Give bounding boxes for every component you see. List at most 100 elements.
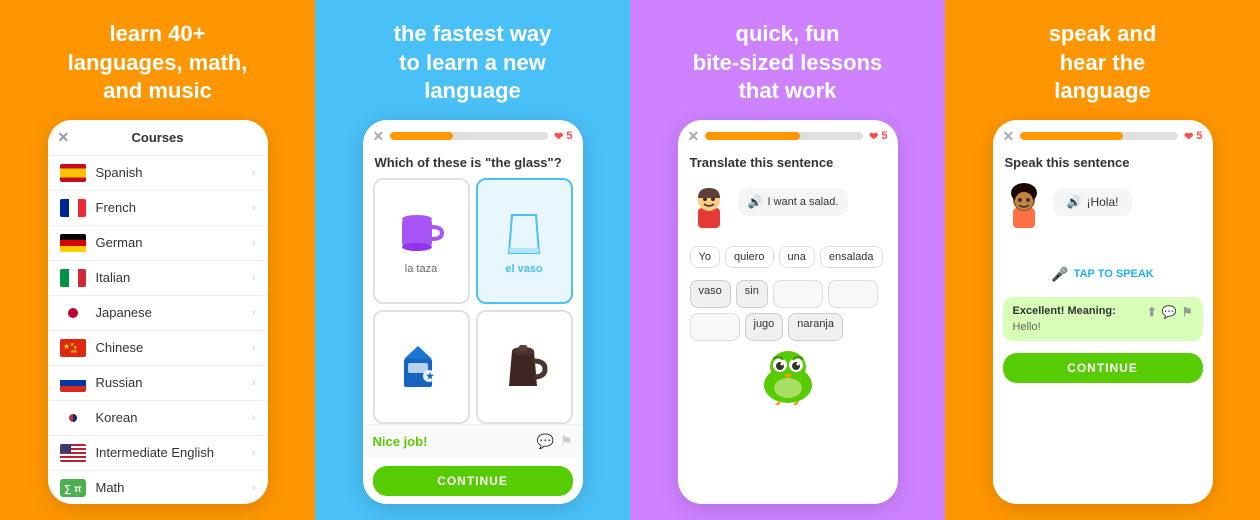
course-name-italian: Italian [96, 270, 252, 285]
course-name-korean: Korean [96, 410, 252, 425]
course-item-italian[interactable]: Italian › [48, 261, 268, 296]
course-item-spanish[interactable]: Spanish › [48, 156, 268, 191]
hearts-count: 5 [1196, 130, 1202, 142]
word-options-row1: vaso sin [678, 280, 898, 308]
word-vaso[interactable]: vaso [690, 280, 731, 308]
chat-icon[interactable]: 💬 [1162, 305, 1177, 319]
speaker-icon[interactable]: 🔊 [748, 195, 763, 209]
continue-button[interactable]: CONTINUE [373, 466, 573, 496]
speak-character-avatar [1005, 180, 1045, 230]
panel-quiz: the fastest wayto learn a newlanguage ✕ … [315, 0, 630, 520]
feedback-text: Nice job! [373, 434, 428, 449]
flag-report-icon[interactable]: ⚑ [560, 433, 573, 450]
heart-icon: ❤ [869, 130, 878, 143]
flag-icon[interactable]: ⚑ [1182, 305, 1193, 319]
coffee-pot-image [494, 341, 554, 391]
word-options-row2: jugo naranja [678, 313, 898, 341]
course-name-spanish: Spanish [96, 165, 252, 180]
chevron-icon: › [252, 342, 256, 354]
course-item-russian[interactable]: Russian › [48, 366, 268, 401]
excellent-feedback-bar: Excellent! Meaning: ⬆ 💬 ⚑ Hello! [1003, 297, 1203, 341]
close-icon[interactable]: ✕ [58, 129, 70, 146]
course-item-intl-english[interactable]: Intermediate English › [48, 436, 268, 471]
chat-icon[interactable]: 💬 [537, 433, 554, 450]
quiz-card-label-vaso: el vaso [505, 263, 542, 275]
flag-china: ★★★★★ [60, 339, 86, 357]
phone-mockup-2: ✕ ❤ 5 Which of these is "the glass"? [363, 120, 583, 504]
quiz-card-label-taza: la taza [405, 263, 437, 275]
milk-carton-image: ★ [391, 341, 451, 391]
speak-continue-button[interactable]: CONTINUE [1003, 353, 1203, 383]
course-item-japanese[interactable]: Japanese › [48, 296, 268, 331]
speaker-icon[interactable]: 🔊 [1067, 195, 1082, 209]
quiz-action-icons: 💬 ⚑ [537, 433, 573, 450]
courses-title: Courses [131, 130, 183, 145]
course-item-korean[interactable]: Korean › [48, 401, 268, 436]
phone-mockup-1: ✕ Courses Spanish › French › [48, 120, 268, 504]
word-ensalada[interactable]: ensalada [820, 246, 883, 268]
quiz-card-vaso[interactable]: el vaso [476, 178, 573, 304]
flag-intl-english [60, 444, 86, 462]
flag-math: ∑π [60, 479, 86, 497]
tap-to-speak-button[interactable]: 🎤 TAP TO SPEAK [1051, 266, 1154, 283]
flag-russia [60, 374, 86, 392]
speak-topbar: ✕ ❤ 5 [993, 120, 1213, 149]
word-yo[interactable]: Yo [690, 246, 720, 268]
course-item-math[interactable]: ∑π Math › [48, 471, 268, 504]
excellent-action-icons: ⬆ 💬 ⚑ [1147, 305, 1193, 319]
quiz-card-taza[interactable]: la taza [373, 178, 470, 304]
progress-bar [1020, 132, 1178, 140]
chevron-icon: › [252, 167, 256, 179]
word-sin[interactable]: sin [736, 280, 768, 308]
progress-bar-fill [1020, 132, 1123, 140]
chevron-icon: › [252, 377, 256, 389]
course-item-french[interactable]: French › [48, 191, 268, 226]
hearts-counter: ❤ 5 [869, 130, 887, 143]
quiz-card-4[interactable] [476, 310, 573, 424]
excellent-label: Excellent! Meaning: [1013, 305, 1116, 319]
speak-instruction: Speak this sentence [1005, 155, 1201, 170]
word-quiero[interactable]: quiero [725, 246, 774, 268]
translate-section: Translate this sentence [678, 149, 898, 246]
chevron-icon: › [252, 412, 256, 424]
speech-bubble: 🔊 I want a salad. [738, 188, 849, 216]
panel-1-title: learn 40+languages, math,and music [68, 20, 248, 106]
share-icon[interactable]: ⬆ [1147, 305, 1157, 319]
svg-text:∑: ∑ [64, 484, 71, 495]
heart-icon: ❤ [1184, 130, 1193, 143]
quiz-close-icon[interactable]: ✕ [373, 128, 385, 145]
speak-section: Speak this sentence [993, 149, 1213, 256]
chevron-icon: › [252, 482, 256, 494]
answer-word-bank: Yo quiero una ensalada [678, 246, 898, 268]
hola-speech-bubble: 🔊 ¡Hola! [1053, 188, 1133, 216]
close-icon[interactable]: ✕ [1003, 128, 1015, 145]
hola-text: ¡Hola! [1086, 195, 1118, 209]
course-name-chinese: Chinese [96, 340, 252, 355]
hearts-counter: ❤ 5 [554, 130, 572, 143]
close-icon[interactable]: ✕ [688, 128, 700, 145]
quiz-options-grid: la taza el vaso [363, 178, 583, 424]
speak-character-bubble: 🔊 ¡Hola! [1005, 180, 1201, 230]
word-blank-2 [828, 280, 878, 308]
quiz-topbar: ✕ ❤ 5 [363, 120, 583, 149]
translate-topbar: ✕ ❤ 5 [678, 120, 898, 149]
panel-2-title: the fastest wayto learn a newlanguage [394, 20, 552, 106]
quiz-card-3[interactable]: ★ [373, 310, 470, 424]
word-blank-3 [690, 313, 740, 341]
hearts-count: 5 [566, 130, 572, 142]
mug-image [391, 209, 451, 259]
word-jugo[interactable]: jugo [745, 313, 784, 341]
chevron-icon: › [252, 447, 256, 459]
course-name-german: German [96, 235, 252, 250]
course-item-german[interactable]: German › [48, 226, 268, 261]
course-item-chinese[interactable]: ★★★★★ Chinese › [48, 331, 268, 366]
excellent-meaning: Hello! [1013, 321, 1193, 333]
progress-bar [390, 132, 548, 140]
character-avatar [690, 180, 730, 230]
word-una[interactable]: una [779, 246, 815, 268]
character-speech: 🔊 I want a salad. [690, 180, 886, 230]
microphone-icon: 🎤 [1051, 266, 1068, 283]
heart-icon: ❤ [554, 130, 563, 143]
word-naranja[interactable]: naranja [788, 313, 843, 341]
svg-text:★: ★ [426, 371, 435, 381]
